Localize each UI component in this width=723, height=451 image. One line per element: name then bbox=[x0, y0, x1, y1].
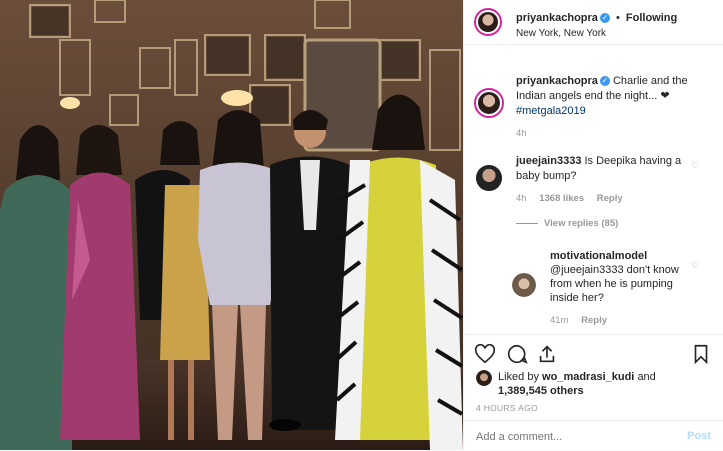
comment-1-username[interactable]: jueejain3333 bbox=[516, 155, 581, 167]
reply-meta: 41m Reply bbox=[550, 315, 607, 326]
verified-badge-icon: ✓ bbox=[599, 76, 610, 87]
comment-1-likes[interactable]: 1368 likes bbox=[539, 193, 584, 204]
comment-1-meta: 4h 1368 likes Reply bbox=[516, 193, 623, 204]
post-comment-button[interactable]: Post bbox=[687, 430, 711, 442]
post-location[interactable]: New York, New York bbox=[516, 28, 606, 39]
author-username[interactable]: priyankachopra bbox=[516, 12, 598, 24]
verified-badge-icon: ✓ bbox=[599, 13, 610, 24]
comments-section: priyankachopra ✓ Charlie and the Indian a… bbox=[464, 44, 723, 334]
caption-username[interactable]: priyankachopra bbox=[516, 75, 598, 87]
instagram-post: priyankachopra ✓ • Following New York, Ne… bbox=[0, 0, 723, 450]
liker-username[interactable]: wo_madrasi_kudi bbox=[542, 371, 634, 383]
author-line: priyankachopra ✓ • Following bbox=[516, 12, 677, 24]
comment-like-heart-icon[interactable]: ♡ bbox=[691, 160, 699, 171]
comment-1-time[interactable]: 4h bbox=[516, 193, 527, 204]
liker-avatar[interactable] bbox=[476, 370, 492, 386]
post-header: priyankachopra ✓ • Following New York, Ne… bbox=[464, 0, 723, 45]
share-icon[interactable] bbox=[536, 343, 558, 365]
author-avatar[interactable] bbox=[474, 8, 502, 36]
comment-bubble-icon[interactable] bbox=[506, 343, 528, 365]
reply-avatar[interactable] bbox=[512, 273, 536, 297]
add-comment-bar: Post bbox=[464, 420, 723, 451]
caption-hashtag[interactable]: #metgala2019 bbox=[516, 105, 586, 117]
view-replies-line bbox=[516, 222, 538, 224]
post-photo[interactable] bbox=[0, 0, 463, 450]
view-replies-label: View replies (85) bbox=[544, 218, 619, 229]
following-button[interactable]: Following bbox=[626, 12, 677, 24]
comment-1: jueejain3333 Is Deepika having a baby bu… bbox=[516, 154, 696, 184]
save-bookmark-icon[interactable] bbox=[690, 343, 712, 365]
likes-and: and bbox=[637, 371, 656, 383]
group-photo-image bbox=[0, 0, 463, 450]
likes-summary: Liked by wo_madrasi_kudi and 1,389,545 o… bbox=[498, 370, 713, 398]
add-comment-input[interactable] bbox=[474, 427, 668, 447]
likes-others-count[interactable]: 1,389,545 others bbox=[498, 385, 584, 397]
comment-1-reply-button[interactable]: Reply bbox=[597, 193, 623, 204]
reply-comment: motivationalmodel @jueejain3333 don't kn… bbox=[550, 249, 700, 305]
reply-username[interactable]: motivationalmodel bbox=[550, 250, 647, 262]
like-heart-icon[interactable] bbox=[474, 343, 496, 365]
commenter-avatar[interactable] bbox=[476, 165, 502, 191]
reply-time[interactable]: 41m bbox=[550, 315, 568, 326]
post-timestamp[interactable]: 4 HOURS AGO bbox=[476, 403, 538, 413]
view-replies-button[interactable]: View replies (85) bbox=[516, 218, 618, 229]
likes-prefix: Liked by bbox=[498, 371, 539, 383]
reply-text: @jueejain3333 don't know from when he is… bbox=[550, 264, 679, 304]
reply-like-heart-icon[interactable]: ♡ bbox=[691, 260, 699, 271]
caption-block: priyankachopra ✓ Charlie and the Indian a… bbox=[516, 74, 706, 119]
caption-time[interactable]: 4h bbox=[516, 128, 527, 139]
reply-reply-button[interactable]: Reply bbox=[581, 315, 607, 326]
separator-dot: • bbox=[615, 12, 620, 24]
post-side-panel: priyankachopra ✓ • Following New York, Ne… bbox=[463, 0, 723, 450]
caption-avatar[interactable] bbox=[474, 88, 504, 118]
